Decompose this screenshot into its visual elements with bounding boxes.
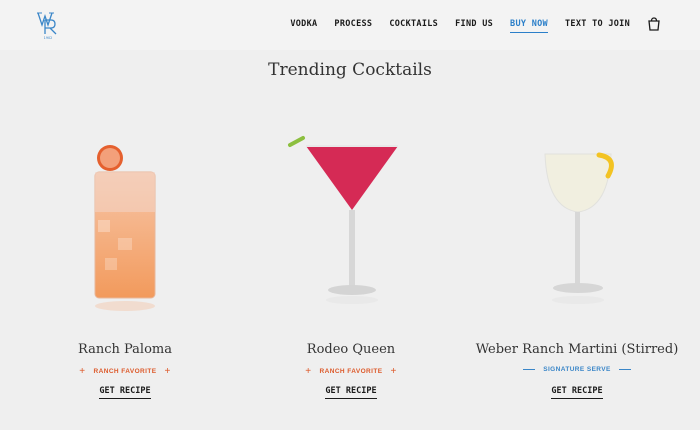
divider-line xyxy=(618,369,631,370)
rodeo-queen-image[interactable] xyxy=(236,120,466,330)
tag-label: RANCH FAVORITE xyxy=(319,368,383,375)
get-recipe-label[interactable]: GET RECIPE xyxy=(325,386,377,399)
cocktail-tag: + RANCH FAVORITE + xyxy=(10,366,240,377)
tag-label: SIGNATURE SERVE xyxy=(543,366,611,373)
cross-icon: + xyxy=(79,366,86,377)
site-header: 1902 VODKA PROCESS COCKTAILS FIND US BUY… xyxy=(0,0,700,50)
get-recipe-label[interactable]: GET RECIPE xyxy=(551,386,603,399)
weber-ranch-martini-image[interactable] xyxy=(462,120,692,330)
cross-icon: + xyxy=(305,366,312,377)
cross-icon: + xyxy=(390,366,397,377)
cocktail-tag: + RANCH FAVORITE + xyxy=(236,366,466,377)
divider-line xyxy=(523,369,536,370)
cocktail-card-ranch-paloma: Ranch Paloma + RANCH FAVORITE + GET RECI… xyxy=(10,120,240,410)
get-recipe-label[interactable]: GET RECIPE xyxy=(99,386,151,399)
nav-cocktails[interactable]: COCKTAILS xyxy=(389,19,438,33)
get-recipe-link[interactable]: GET RECIPE xyxy=(462,386,692,399)
cocktail-name: Weber Ranch Martini (Stirred) xyxy=(475,342,679,357)
main-nav: VODKA PROCESS COCKTAILS FIND US BUY NOW … xyxy=(290,19,630,33)
cocktail-card-weber-ranch-martini: Weber Ranch Martini (Stirred) SIGNATURE … xyxy=(462,120,692,410)
shopping-bag-icon[interactable] xyxy=(647,17,661,31)
cocktail-card-rodeo-queen: Rodeo Queen + RANCH FAVORITE + GET RECIP… xyxy=(236,120,466,410)
cross-icon: + xyxy=(164,366,171,377)
cocktail-name: Rodeo Queen xyxy=(306,342,396,357)
section-title: Trending Cocktails xyxy=(268,60,432,80)
nav-vodka[interactable]: VODKA xyxy=(290,19,317,33)
nav-find-us[interactable]: FIND US xyxy=(455,19,493,33)
tag-label: RANCH FAVORITE xyxy=(93,368,157,375)
brand-logo-icon[interactable]: 1902 xyxy=(36,10,60,40)
get-recipe-link[interactable]: GET RECIPE xyxy=(10,386,240,399)
logo-year: 1902 xyxy=(44,36,53,40)
ranch-paloma-image[interactable] xyxy=(10,120,240,330)
get-recipe-link[interactable]: GET RECIPE xyxy=(236,386,466,399)
cocktail-name: Ranch Paloma xyxy=(78,342,172,357)
nav-process[interactable]: PROCESS xyxy=(334,19,372,33)
nav-text-to-join[interactable]: TEXT TO JOIN xyxy=(565,19,630,33)
nav-buy-now[interactable]: BUY NOW xyxy=(510,19,548,33)
cocktail-tag: SIGNATURE SERVE xyxy=(462,366,692,373)
